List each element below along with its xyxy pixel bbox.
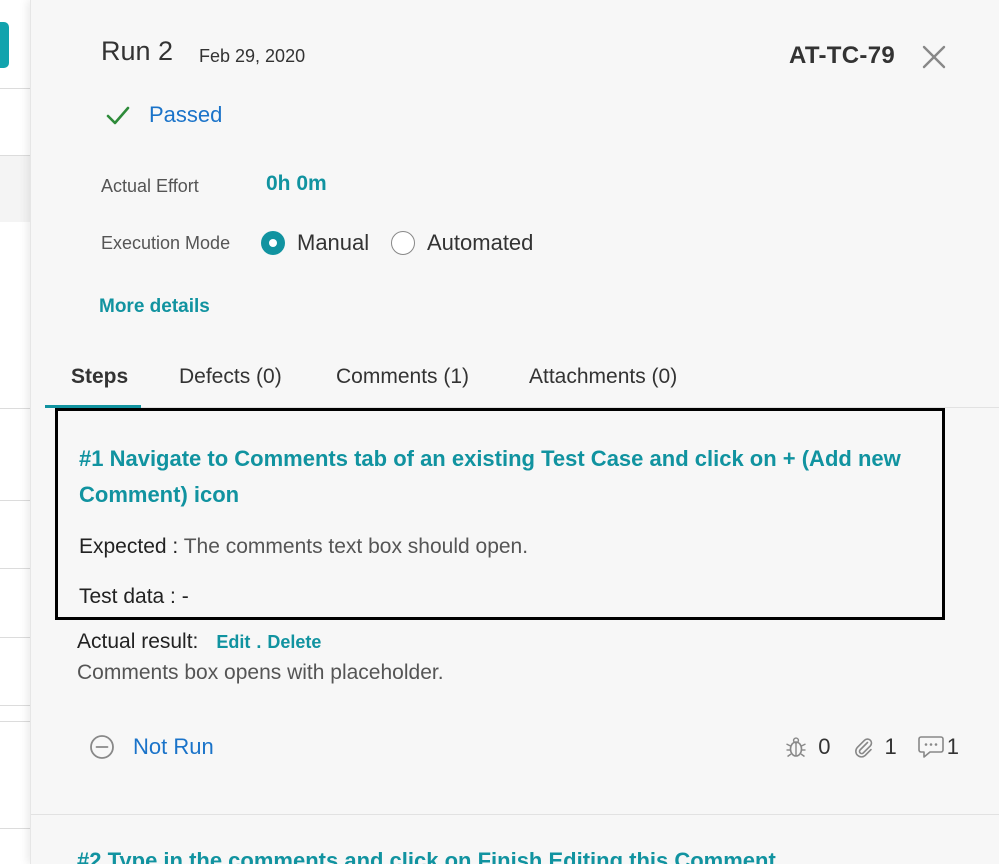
- test-data-value: -: [181, 585, 189, 608]
- run-status[interactable]: Passed: [105, 102, 222, 128]
- background-divider: [0, 637, 30, 638]
- step-status-label: Not Run: [133, 734, 214, 759]
- background-divider: [0, 721, 30, 722]
- comment-icon: [917, 736, 944, 758]
- run-status-label: Passed: [149, 102, 223, 127]
- close-icon: [922, 45, 946, 69]
- test-data-label: Test data :: [79, 585, 176, 608]
- comments-count: 1: [946, 734, 959, 759]
- more-details-link[interactable]: More details: [99, 296, 210, 318]
- delete-actual-result-link[interactable]: Delete: [267, 632, 321, 653]
- minus-circle-icon: [90, 735, 114, 759]
- step-counters: 0 1 1: [764, 734, 959, 760]
- background-divider: [0, 568, 30, 569]
- background-divider: [0, 88, 30, 89]
- step-expected: Expected : The comments text box should …: [79, 535, 528, 559]
- radio-label: Automated: [427, 230, 534, 255]
- radio-selected-icon: [261, 231, 285, 255]
- defects-count: 0: [818, 734, 831, 759]
- defects-counter[interactable]: 0: [784, 734, 831, 760]
- step-title[interactable]: #1 Navigate to Comments tab of an existi…: [79, 441, 919, 513]
- radio-label: Manual: [297, 230, 370, 255]
- tab-steps[interactable]: Steps: [71, 365, 128, 389]
- background-divider: [0, 705, 30, 706]
- actual-result-label: Actual result:: [77, 630, 199, 653]
- background-row-highlight: [0, 156, 30, 222]
- expected-value: The comments text box should open.: [183, 535, 529, 558]
- run-date: Feb 29, 2020: [199, 46, 306, 66]
- radio-unselected-icon: [391, 231, 415, 255]
- link-separator: .: [256, 632, 262, 652]
- background-tab: [0, 22, 9, 68]
- expected-label: Expected :: [79, 535, 179, 558]
- tab-defects[interactable]: Defects (0): [179, 365, 282, 389]
- execution-mode-automated-radio[interactable]: Automated: [391, 230, 533, 256]
- test-case-id: AT-TC-79: [789, 42, 895, 69]
- check-icon: [106, 106, 130, 125]
- tab-attachments[interactable]: Attachments (0): [529, 365, 677, 389]
- run-title: Run 2: [101, 36, 174, 66]
- step-status[interactable]: Not Run: [89, 734, 214, 760]
- background-list: [0, 0, 30, 864]
- step-divider: [31, 814, 999, 815]
- actual-result-row: Actual result: Edit . Delete: [77, 630, 321, 654]
- step-card: #1 Navigate to Comments tab of an existi…: [55, 408, 945, 620]
- execution-mode-label: Execution Mode: [101, 233, 231, 253]
- paperclip-icon: [854, 738, 872, 758]
- close-button[interactable]: [921, 44, 947, 70]
- comments-counter[interactable]: 1: [917, 734, 959, 760]
- step-test-data: Test data : -: [79, 585, 189, 609]
- bug-icon: [786, 737, 807, 758]
- tab-bar: Steps Defects (0) Comments (1) Attachmen…: [45, 352, 999, 408]
- actual-effort-value[interactable]: 0h 0m: [266, 172, 327, 196]
- attachments-count: 1: [884, 734, 897, 759]
- step-title[interactable]: #2 Type in the comments and click on Fin…: [77, 848, 776, 864]
- background-divider: [0, 408, 30, 409]
- actual-effort-label: Actual Effort: [101, 176, 199, 196]
- tab-comments[interactable]: Comments (1): [336, 365, 469, 389]
- execution-mode-manual-radio[interactable]: Manual: [261, 230, 369, 256]
- background-divider: [0, 500, 30, 501]
- background-divider: [0, 828, 30, 829]
- actual-result-text: Comments box opens with placeholder.: [77, 661, 444, 684]
- test-run-panel: Run 2 Feb 29, 2020 AT-TC-79 Passed Actua…: [30, 0, 999, 864]
- edit-actual-result-link[interactable]: Edit: [216, 632, 250, 653]
- attachments-counter[interactable]: 1: [851, 734, 897, 760]
